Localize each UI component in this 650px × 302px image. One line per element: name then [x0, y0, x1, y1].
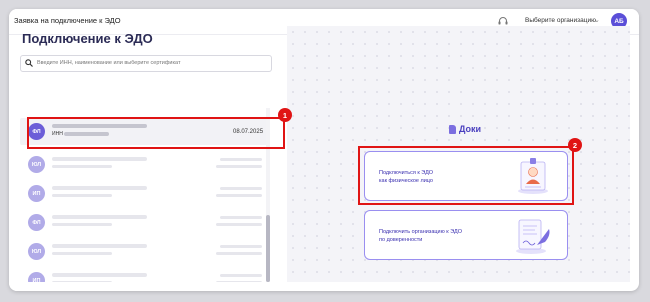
cert-meta-redacted [220, 274, 262, 277]
cert-inn-redacted [52, 223, 112, 226]
cert-inn-redacted [52, 281, 112, 282]
cert-inn-redacted [52, 194, 112, 197]
certificate-row[interactable]: ЮЛ [20, 151, 268, 178]
cert-meta-redacted [220, 216, 262, 219]
cert-meta-redacted [220, 158, 262, 161]
annotation-highlight-2 [358, 146, 574, 205]
cert-meta-redacted [216, 281, 262, 282]
search-box[interactable] [20, 55, 272, 72]
connect-organization-card[interactable]: Подключить организацию к ЭДО по доверенн… [364, 210, 568, 260]
cert-inn-redacted [52, 252, 112, 255]
cert-meta-redacted [216, 252, 262, 255]
annotation-marker-2: 2 [568, 138, 582, 152]
connect-organization-line1: Подключить организацию к ЭДО [379, 229, 462, 235]
annotation-highlight-1 [27, 117, 285, 149]
cert-owner-name-redacted [52, 186, 147, 190]
connect-organization-label: Подключить организацию к ЭДО по доверенн… [379, 228, 489, 244]
certificate-row[interactable]: ИП [20, 267, 268, 282]
certificate-row[interactable]: ЮЛ [20, 238, 268, 265]
cert-type-badge: ИП [28, 272, 45, 282]
cert-type-badge: ИП [28, 185, 45, 202]
search-icon [25, 59, 33, 67]
search-input[interactable] [37, 57, 267, 69]
docs-brand-logo: Доки [449, 124, 481, 134]
certificate-row[interactable]: ИП [20, 180, 268, 207]
page-title: Подключение к ЭДО [22, 31, 153, 46]
window-title: Заявка на подключение к ЭДО [14, 16, 121, 25]
cert-meta-redacted [216, 194, 262, 197]
annotation-marker-1: 1 [278, 108, 292, 122]
organization-select[interactable]: Выберите организацию [525, 17, 596, 24]
cert-type-badge: ЮЛ [28, 243, 45, 260]
certificate-row[interactable]: ФЛ [20, 209, 268, 236]
cert-type-badge: ФЛ [28, 214, 45, 231]
cert-owner-name-redacted [52, 157, 147, 161]
chevron-down-icon[interactable]: ⌄ [594, 16, 600, 24]
cert-owner-name-redacted [52, 244, 147, 248]
cert-owner-name-redacted [52, 215, 147, 219]
docs-brand-name: Доки [459, 124, 482, 134]
connect-organization-line2: по доверенности [379, 237, 423, 243]
cert-owner-name-redacted [52, 273, 147, 277]
cert-meta-redacted [220, 187, 262, 190]
signed-document-illustration-icon [516, 219, 550, 254]
list-scrollbar-thumb[interactable] [266, 215, 270, 282]
cert-meta-redacted [216, 223, 262, 226]
cert-meta-redacted [220, 245, 262, 248]
cert-inn-redacted [52, 165, 112, 168]
cert-meta-redacted [216, 165, 262, 168]
docs-logo-icon [449, 124, 456, 134]
cert-type-badge: ЮЛ [28, 156, 45, 173]
